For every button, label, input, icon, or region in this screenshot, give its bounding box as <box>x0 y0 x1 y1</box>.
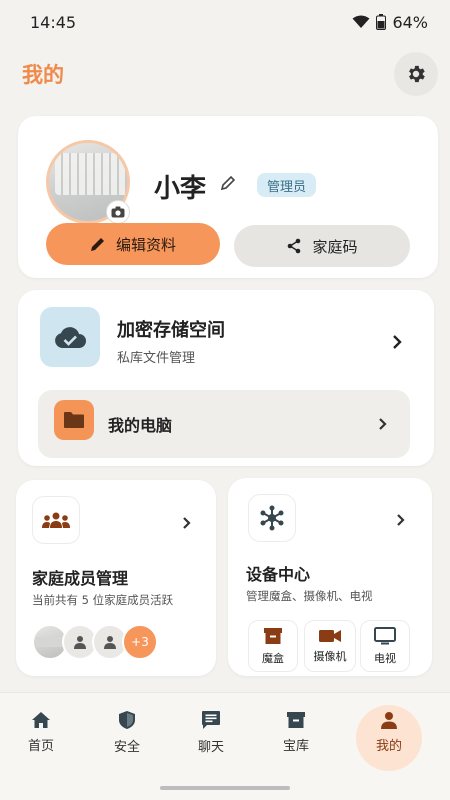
photo-avatar <box>36 637 64 647</box>
my-computer-row[interactable]: 我的电脑 <box>38 390 410 458</box>
device-label: 魔盒 <box>262 651 284 665</box>
share-icon <box>288 238 301 254</box>
nav-item-chat[interactable]: 聊天 <box>181 702 241 762</box>
device-tile-camera[interactable]: 摄像机 <box>304 620 356 672</box>
nav-label: 我的 <box>375 738 402 754</box>
device-icon-box <box>248 494 296 542</box>
family-card-subtitle: 当前共有 5 位家庭成员活跃 <box>32 593 174 607</box>
family-code-button[interactable]: 家庭码 <box>234 225 410 267</box>
avatar-photo <box>55 153 127 195</box>
chevron-right-icon <box>393 335 402 349</box>
page-title: 我的 <box>22 63 64 87</box>
family-code-label: 家庭码 <box>312 237 358 256</box>
nav-label: 聊天 <box>197 739 224 755</box>
more-members-count: +3 <box>131 635 149 649</box>
family-icon-box <box>32 496 80 544</box>
nav-label: 宝库 <box>282 738 309 754</box>
edit-name-icon[interactable] <box>220 175 236 195</box>
video-camera-icon <box>319 629 341 642</box>
more-members-badge: +3 <box>122 624 158 660</box>
device-card-title: 设备中心 <box>246 565 311 584</box>
edit-profile-label: 编辑资料 <box>115 235 176 254</box>
status-icons: 64% <box>352 13 428 32</box>
nav-item-me[interactable]: 我的 <box>359 702 419 762</box>
folder-icon <box>64 412 84 428</box>
chat-icon <box>202 710 220 729</box>
family-card-title: 家庭成员管理 <box>32 569 129 588</box>
nav-label: 安全 <box>113 739 140 755</box>
nav-item-security[interactable]: 安全 <box>97 702 157 762</box>
chevron-right-icon <box>183 517 191 529</box>
role-badge: 管理员 <box>257 173 317 197</box>
device-label: 摄像机 <box>313 649 347 663</box>
box-icon <box>264 627 282 644</box>
battery-icon <box>376 14 387 30</box>
person-icon <box>74 636 86 649</box>
device-tile-box[interactable]: 魔盒 <box>248 620 298 672</box>
home-icon <box>32 711 50 728</box>
my-computer-label: 我的电脑 <box>108 416 173 435</box>
person-icon <box>381 711 397 729</box>
settings-button[interactable] <box>394 52 438 96</box>
hub-icon <box>260 505 284 531</box>
status-bar: 14:45 64% <box>0 0 450 44</box>
camera-icon <box>111 206 125 218</box>
wifi-icon <box>352 15 370 28</box>
shield-icon <box>119 710 135 729</box>
battery-percent: 64% <box>392 12 428 32</box>
user-name: 小李 <box>154 174 207 204</box>
cloud-check-icon <box>55 327 86 348</box>
gear-icon <box>409 65 425 83</box>
nav-item-vault[interactable]: 宝库 <box>266 702 326 762</box>
tv-icon <box>374 626 396 644</box>
device-tile-tv[interactable]: 电视 <box>360 620 410 672</box>
app-header: 我的 <box>0 48 450 100</box>
status-time: 14:45 <box>30 12 77 32</box>
nav-item-home[interactable]: 首页 <box>11 702 71 762</box>
storage-icon-box <box>40 307 100 367</box>
change-avatar-button[interactable] <box>106 200 130 224</box>
home-indicator <box>160 786 290 790</box>
device-label: 电视 <box>374 651 396 665</box>
edit-profile-button[interactable]: 编辑资料 <box>46 223 220 265</box>
chevron-right-icon <box>397 514 405 526</box>
archive-icon <box>287 711 305 728</box>
nav-label: 首页 <box>27 738 54 754</box>
person-icon <box>104 636 116 649</box>
storage-title: 加密存储空间 <box>117 320 225 341</box>
storage-subtitle: 私库文件管理 <box>117 351 196 366</box>
device-card-subtitle: 管理魔盒、摄像机、电视 <box>246 589 373 603</box>
group-icon <box>42 512 70 528</box>
pencil-icon <box>90 238 104 251</box>
folder-icon-box <box>54 400 94 440</box>
chevron-right-icon <box>379 418 387 430</box>
